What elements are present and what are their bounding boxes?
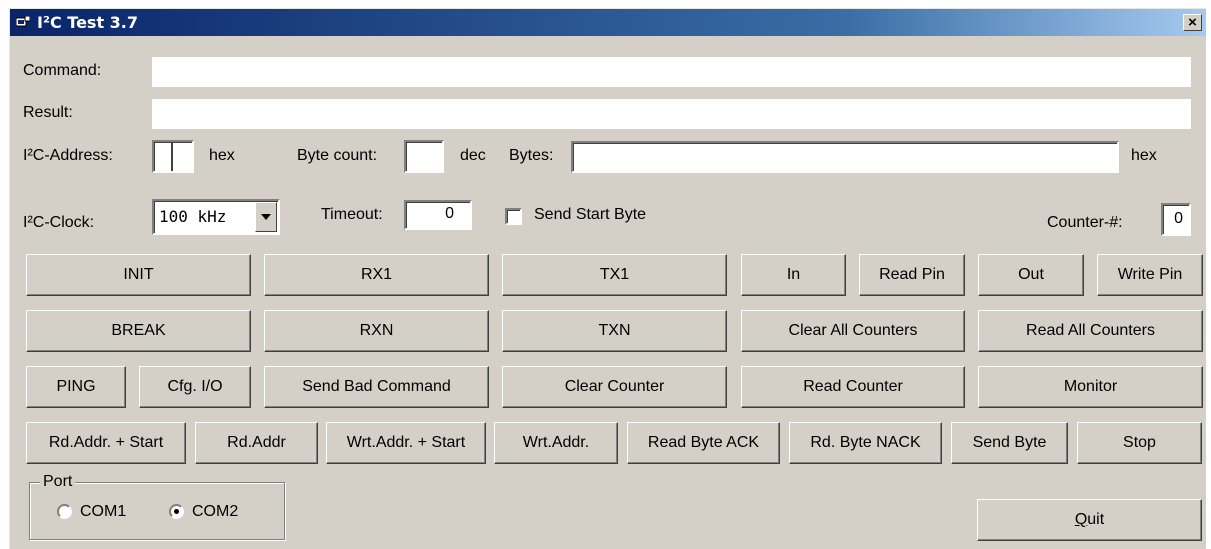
send-start-byte-label: Send Start Byte bbox=[534, 206, 647, 223]
close-button[interactable]: × bbox=[1183, 14, 1202, 31]
in-button[interactable]: In bbox=[741, 254, 846, 296]
radio-selected-dot bbox=[174, 509, 179, 514]
clear-counter-button[interactable]: Clear Counter bbox=[502, 366, 727, 408]
chevron-down-icon bbox=[261, 214, 271, 220]
com2-radio[interactable] bbox=[169, 504, 184, 519]
com2-label: COM2 bbox=[192, 503, 239, 520]
i2c-clock-label: I²C-Clock: bbox=[23, 214, 95, 231]
address-unit-label: hex bbox=[209, 147, 235, 164]
out-button[interactable]: Out bbox=[978, 254, 1084, 296]
title-bar: I²C Test 3.7 × bbox=[10, 9, 1206, 36]
bytes-label: Bytes: bbox=[509, 147, 554, 164]
com1-label: COM1 bbox=[80, 503, 127, 520]
cfg-io-button[interactable]: Cfg. I/O bbox=[139, 366, 251, 408]
app-window: I²C Test 3.7 × Command: Result: I²C-Addr… bbox=[9, 8, 1206, 549]
read-byte-ack-button[interactable]: Read Byte ACK bbox=[627, 422, 780, 464]
tx1-button[interactable]: TX1 bbox=[502, 254, 727, 296]
stop-button[interactable]: Stop bbox=[1077, 422, 1202, 464]
read-all-counters-button[interactable]: Read All Counters bbox=[978, 310, 1203, 352]
wrt-addr-button[interactable]: Wrt.Addr. bbox=[494, 422, 618, 464]
txn-button[interactable]: TXN bbox=[502, 310, 727, 352]
quit-button[interactable]: Quit bbox=[977, 499, 1202, 541]
close-icon: × bbox=[1188, 14, 1197, 31]
send-byte-button[interactable]: Send Byte bbox=[951, 422, 1068, 464]
clear-all-counters-button[interactable]: Clear All Counters bbox=[741, 310, 965, 352]
rd-byte-nack-button[interactable]: Rd. Byte NACK bbox=[789, 422, 942, 464]
dropdown-button[interactable] bbox=[255, 202, 277, 232]
send-bad-command-button[interactable]: Send Bad Command bbox=[264, 366, 489, 408]
command-label: Command: bbox=[23, 62, 102, 79]
app-icon bbox=[16, 16, 30, 27]
i2c-address-label: I²C-Address: bbox=[23, 147, 113, 164]
rxn-button[interactable]: RXN bbox=[264, 310, 489, 352]
counter-field[interactable]: 0 bbox=[1161, 203, 1191, 236]
read-pin-button[interactable]: Read Pin bbox=[859, 254, 965, 296]
wrt-addr-start-button[interactable]: Wrt.Addr. + Start bbox=[326, 422, 486, 464]
port-group: Port COM1 COM2 bbox=[29, 473, 285, 540]
i2c-clock-select[interactable]: 100 kHz bbox=[152, 199, 280, 235]
port-group-legend: Port bbox=[40, 473, 76, 491]
byte-count-field[interactable] bbox=[404, 140, 444, 173]
ping-button[interactable]: PING bbox=[26, 366, 126, 408]
counter-label: Counter-#: bbox=[1047, 214, 1123, 231]
command-field[interactable] bbox=[152, 57, 1191, 87]
result-label: Result: bbox=[23, 104, 73, 121]
break-button[interactable]: BREAK bbox=[26, 310, 251, 352]
rd-addr-button[interactable]: Rd.Addr bbox=[195, 422, 318, 464]
byte-count-label: Byte count: bbox=[297, 147, 378, 164]
write-pin-button[interactable]: Write Pin bbox=[1097, 254, 1203, 296]
byte-count-unit-label: dec bbox=[460, 147, 486, 164]
rd-addr-start-button[interactable]: Rd.Addr. + Start bbox=[26, 422, 186, 464]
window-title: I²C Test 3.7 bbox=[37, 13, 138, 32]
monitor-button[interactable]: Monitor bbox=[978, 366, 1203, 408]
timeout-label: Timeout: bbox=[321, 206, 383, 223]
read-counter-button[interactable]: Read Counter bbox=[741, 366, 965, 408]
result-field[interactable] bbox=[152, 99, 1191, 129]
send-start-byte-checkbox[interactable] bbox=[505, 208, 522, 225]
rx1-button[interactable]: RX1 bbox=[264, 254, 489, 296]
init-button[interactable]: INIT bbox=[26, 254, 251, 296]
timeout-field[interactable]: 0 bbox=[404, 200, 472, 230]
bytes-unit-label: hex bbox=[1131, 147, 1157, 164]
quit-label: uit bbox=[1087, 511, 1105, 528]
com1-radio[interactable] bbox=[57, 504, 72, 519]
i2c-address-field[interactable] bbox=[152, 140, 194, 173]
quit-accelerator: Q bbox=[1074, 511, 1088, 528]
bytes-field[interactable] bbox=[571, 141, 1119, 173]
